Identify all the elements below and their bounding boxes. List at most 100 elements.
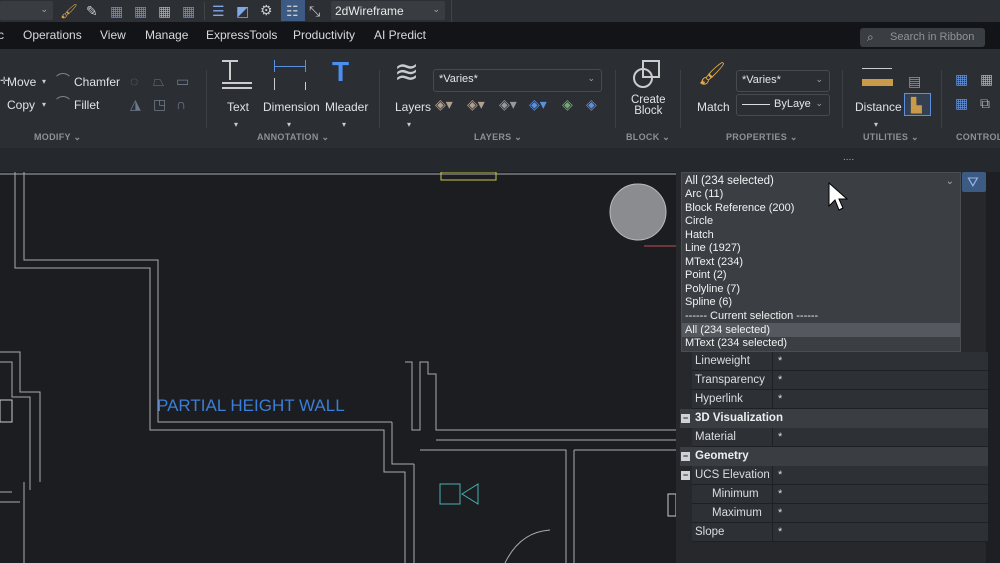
section-3d-visualization[interactable]: 3D Visualization — [680, 409, 988, 428]
create-block-button[interactable]: Create Block — [631, 94, 666, 117]
layer-lock-icon[interactable]: ◈▾ — [467, 97, 485, 111]
layer-combo[interactable]: *Varies* ⌄ — [433, 69, 602, 92]
chevron-down-icon[interactable]: ⌄ — [946, 176, 954, 187]
property-row-slope[interactable]: Slope * — [692, 523, 988, 542]
selection-current-value[interactable]: All (234 selected) — [685, 175, 774, 188]
section-geometry[interactable]: Geometry — [680, 447, 988, 466]
dropdown-option[interactable]: All (234 selected) — [685, 324, 770, 337]
annotation-group-label[interactable]: ANNOTATION ⌄ — [257, 132, 329, 143]
match-properties-icon[interactable]: 🖌 — [60, 4, 78, 18]
rotate-icon[interactable]: ◌ — [130, 74, 138, 88]
dropdown-option[interactable]: Arc (11) — [685, 188, 723, 201]
dropdown-option[interactable]: MText (234) — [685, 256, 743, 269]
drawing-canvas[interactable]: PARTIAL HEIGHT WALL — [0, 172, 676, 563]
dropdown-option[interactable]: Polyline (7) — [685, 283, 740, 296]
eyedropper-icon[interactable]: ✎ — [86, 4, 98, 18]
select-icon[interactable]: ▦ — [110, 4, 123, 18]
layer-check-icon[interactable]: ◈ — [562, 97, 573, 111]
explode-icon[interactable]: ▭ — [176, 74, 189, 88]
measure-toggle[interactable]: ▙ — [904, 93, 931, 116]
property-row-material[interactable]: Material * — [692, 428, 988, 447]
dropdown-option[interactable]: Line (1927) — [685, 242, 741, 255]
dropdown-option[interactable]: Hatch — [685, 229, 714, 242]
layers-button[interactable]: Layers — [395, 100, 431, 114]
dropdown-arrow-icon[interactable]: ▾ — [874, 118, 878, 132]
dropdown-option[interactable]: Block Reference (200) — [685, 202, 794, 215]
deselect-icon[interactable]: ▦ — [158, 4, 171, 18]
fullscreen-icon[interactable]: ⤡ — [309, 4, 320, 18]
drawing-text-label[interactable]: PARTIAL HEIGHT WALL — [157, 396, 345, 416]
property-row-minimum[interactable]: Minimum * — [692, 485, 988, 504]
copy-clip-icon[interactable]: ⧉ — [980, 96, 990, 110]
collapse-icon[interactable]: − — [681, 452, 690, 461]
visual-style-combo[interactable]: 2dWireframe ⌄ — [331, 1, 445, 20]
layer-new-icon[interactable]: ◈ — [586, 97, 597, 111]
drag-grip[interactable]: .... — [843, 152, 854, 163]
dropdown-arrow-icon[interactable]: ▾ — [287, 118, 291, 132]
dropdown-arrow-icon[interactable]: ▾ — [407, 118, 411, 132]
calculator-icon[interactable]: ▤ — [908, 74, 921, 88]
dropdown-option[interactable]: Circle — [685, 215, 713, 228]
dropdown-option[interactable]: Point (2) — [685, 269, 727, 282]
property-value[interactable]: * — [778, 507, 782, 519]
gear-icon[interactable]: ⚙ — [260, 3, 273, 17]
workspace-combo[interactable]: ⌄ — [0, 1, 53, 20]
property-row-maximum[interactable]: Maximum * — [692, 504, 988, 523]
property-value[interactable]: * — [778, 488, 782, 500]
control-group-label[interactable]: CONTROL — [956, 132, 1000, 142]
settings-toggle[interactable]: ☷ — [281, 0, 305, 21]
select-similar-icon[interactable]: ▦ — [134, 4, 147, 18]
stretch-icon[interactable]: ⏢ — [153, 74, 164, 88]
tab-ai-predict[interactable]: AI Predict — [374, 28, 426, 42]
linetype-combo[interactable]: ByLaye ⌄ — [736, 94, 830, 116]
copy-button[interactable]: Copy — [7, 98, 35, 112]
dropdown-option[interactable]: MText (234 selected) — [685, 337, 787, 350]
modify-group-label[interactable]: MODIFY ⌄ — [34, 132, 81, 143]
text-button[interactable]: Text — [227, 100, 249, 114]
property-row-transparency[interactable]: Transparency * — [692, 371, 988, 390]
fillet-button[interactable]: Fillet — [74, 98, 99, 112]
property-value[interactable]: * — [778, 469, 782, 481]
mirror-icon[interactable]: ◮ — [130, 97, 141, 111]
chamfer-button[interactable]: Chamfer — [74, 75, 120, 89]
block-group-label[interactable]: BLOCK ⌄ — [626, 132, 670, 143]
property-value[interactable]: * — [778, 393, 782, 405]
collapse-icon[interactable]: − — [681, 414, 690, 423]
selection-filter-dropdown[interactable]: All (234 selected) ⌄ Arc (11) Block Refe… — [681, 172, 961, 352]
tab-partial[interactable]: c — [0, 28, 4, 42]
property-row-ucs-elevation[interactable]: UCS Elevation * — [692, 466, 988, 485]
dropdown-arrow-icon[interactable]: ▾ — [42, 75, 46, 89]
distance-button[interactable]: Distance — [855, 100, 902, 114]
select-window-icon[interactable]: ▦ — [980, 72, 993, 86]
offset-icon[interactable]: ∩ — [176, 97, 186, 111]
layers-group-label[interactable]: LAYERS ⌄ — [474, 132, 522, 143]
panel-scrollbar[interactable] — [986, 172, 1000, 563]
tab-operations[interactable]: Operations — [23, 28, 82, 42]
layer-match-icon[interactable]: ◈▾ — [529, 97, 547, 111]
utilities-group-label[interactable]: UTILITIES ⌄ — [863, 132, 919, 143]
mleader-button[interactable]: Mleader — [325, 100, 368, 114]
quick-select-filter-button[interactable]: ⛛ — [962, 172, 986, 192]
scale-icon[interactable]: ◳ — [153, 97, 166, 111]
collapse-icon[interactable]: − — [681, 471, 690, 480]
properties-group-label[interactable]: PROPERTIES ⌄ — [726, 132, 798, 143]
tab-manage[interactable]: Manage — [145, 28, 188, 42]
select-bulb-icon[interactable]: ▦ — [955, 96, 968, 110]
match-button[interactable]: Match — [697, 100, 730, 114]
layer-freeze-icon[interactable]: ◈▾ — [435, 97, 453, 111]
property-value[interactable]: * — [778, 355, 782, 367]
tab-productivity[interactable]: Productivity — [293, 28, 355, 42]
property-row-hyperlink[interactable]: Hyperlink * — [692, 390, 988, 409]
layer-off-icon[interactable]: ◈▾ — [499, 97, 517, 111]
dropdown-arrow-icon[interactable]: ▾ — [42, 98, 46, 112]
move-button[interactable]: Move — [7, 75, 36, 89]
color-combo[interactable]: *Varies* ⌄ — [736, 70, 830, 92]
quick-select-icon[interactable]: ▦ — [182, 4, 195, 18]
layer-icon[interactable]: ◩ — [236, 4, 249, 18]
property-value[interactable]: * — [778, 374, 782, 386]
tab-expresstools[interactable]: ExpressTools — [206, 28, 277, 42]
dropdown-option[interactable]: Spline (6) — [685, 296, 732, 309]
dropdown-arrow-icon[interactable]: ▾ — [342, 118, 346, 132]
property-value[interactable]: * — [778, 526, 782, 538]
property-row-lineweight[interactable]: Lineweight * — [692, 352, 988, 371]
